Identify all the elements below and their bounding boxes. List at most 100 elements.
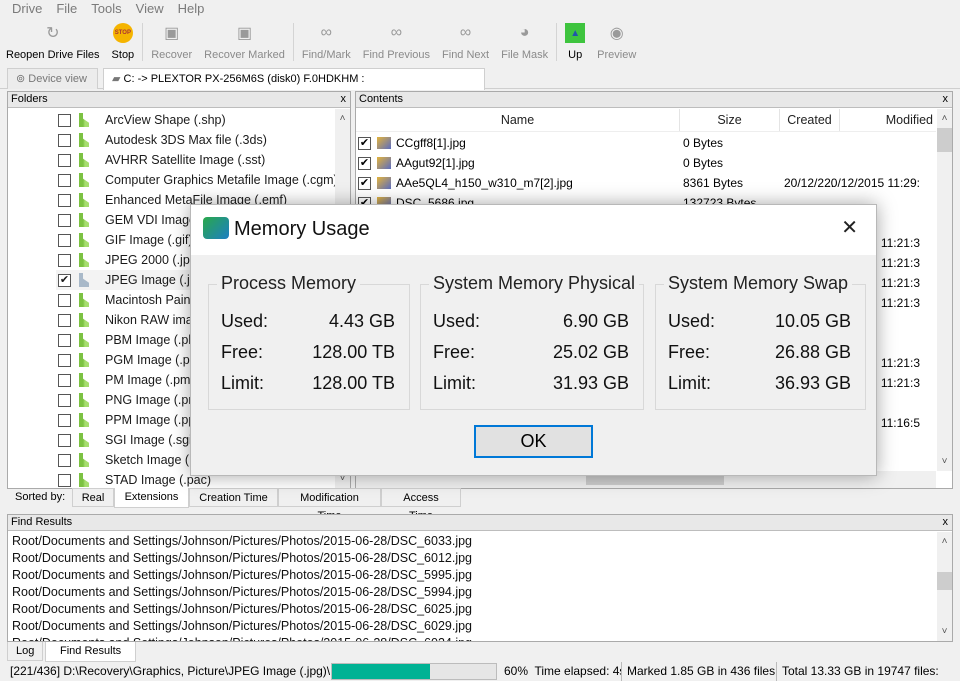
folder-checkbox[interactable] bbox=[58, 233, 71, 247]
menu-bar: Drive File Tools View Help bbox=[0, 0, 960, 18]
menu-drive[interactable]: Drive bbox=[12, 0, 42, 18]
contents-vscrollbar[interactable]: ˄ ˅ bbox=[937, 109, 952, 471]
preview-icon: ◉ bbox=[609, 25, 624, 42]
recover-marked-button[interactable]: ▣ Recover Marked bbox=[198, 19, 291, 65]
memory-group-system-memory-swap: System Memory Swap Used: 10.05 GB Free: 26.8… bbox=[655, 273, 866, 410]
folder-icon bbox=[79, 393, 89, 407]
folder-checkbox[interactable] bbox=[58, 413, 71, 427]
find-result-item[interactable]: Root/Documents and Settings/Johnson/Pict… bbox=[12, 533, 472, 550]
file-mask-button[interactable]: ◕ File Mask bbox=[495, 19, 554, 65]
folder-item[interactable]: PBM Image (.pbr bbox=[58, 330, 199, 350]
recover-button[interactable]: ▣ Recover bbox=[145, 19, 198, 65]
column-size[interactable]: Size bbox=[680, 109, 780, 131]
folder-checkbox[interactable] bbox=[58, 113, 71, 127]
sort-tab-creation-time[interactable]: Creation Time bbox=[189, 488, 278, 507]
tab-device-view[interactable]: ⊚ Device view bbox=[7, 68, 98, 89]
folder-checkbox[interactable]: ✔ bbox=[58, 273, 71, 287]
folder-item[interactable]: ArcView Shape (.shp) bbox=[58, 110, 226, 130]
folder-item[interactable]: Nikon RAW imag bbox=[58, 310, 200, 330]
find-previous-icon: ∞ bbox=[390, 24, 403, 41]
folder-item[interactable]: AVHRR Satellite Image (.sst) bbox=[58, 150, 265, 170]
reopen-drive-files-button[interactable]: ↻ Reopen Drive Files bbox=[0, 19, 106, 65]
folder-checkbox[interactable] bbox=[58, 153, 71, 167]
folder-checkbox[interactable] bbox=[58, 193, 71, 207]
folder-checkbox[interactable] bbox=[58, 173, 71, 187]
folder-checkbox[interactable] bbox=[58, 293, 71, 307]
menu-file[interactable]: File bbox=[56, 0, 77, 18]
close-contents-button[interactable]: x bbox=[943, 92, 949, 107]
find-previous-button[interactable]: ∞ Find Previous bbox=[357, 19, 436, 65]
folder-checkbox[interactable] bbox=[58, 453, 71, 467]
find-result-item[interactable]: Root/Documents and Settings/Johnson/Pict… bbox=[12, 635, 472, 641]
folder-checkbox[interactable] bbox=[58, 373, 71, 387]
folder-item[interactable]: JPEG 2000 (.jp2) bbox=[58, 250, 201, 270]
dialog-title: Memory Usage bbox=[234, 218, 370, 240]
find-results-scrollbar[interactable]: ˄ ˅ bbox=[937, 532, 952, 641]
sort-tab-extensions[interactable]: Extensions bbox=[114, 488, 189, 508]
folder-checkbox[interactable] bbox=[58, 393, 71, 407]
column-created[interactable]: Created bbox=[780, 109, 840, 131]
folder-item[interactable]: PM Image (.pm) bbox=[58, 370, 195, 390]
stop-button[interactable]: STOP Stop bbox=[106, 19, 141, 65]
close-find-results-button[interactable]: x bbox=[943, 515, 949, 530]
file-row[interactable]: ✔ CCgff8[1].jpg 0 Bytes bbox=[358, 133, 920, 153]
sort-tab-real[interactable]: Real bbox=[72, 488, 114, 507]
find-result-item[interactable]: Root/Documents and Settings/Johnson/Pict… bbox=[12, 550, 472, 567]
column-modified[interactable]: Modified bbox=[840, 109, 938, 131]
folder-item[interactable]: STAD Image (.pac) bbox=[58, 470, 211, 488]
find-result-item[interactable]: Root/Documents and Settings/Johnson/Pict… bbox=[12, 618, 472, 635]
folder-checkbox[interactable] bbox=[58, 313, 71, 327]
reopen-icon: ↻ bbox=[46, 25, 60, 42]
folder-checkbox[interactable] bbox=[58, 253, 71, 267]
image-file-icon bbox=[377, 137, 391, 149]
folder-checkbox[interactable] bbox=[58, 133, 71, 147]
column-name[interactable]: Name bbox=[356, 109, 680, 131]
device-icon: ⊚ bbox=[16, 73, 29, 85]
app-icon bbox=[203, 217, 229, 239]
folder-item[interactable]: Macintosh Paint I bbox=[58, 290, 201, 310]
folder-checkbox[interactable] bbox=[58, 433, 71, 447]
tab-drive[interactable]: ▰ C: -> PLEXTOR PX-256M6S (disk0) F.0HDK… bbox=[103, 68, 485, 105]
dialog-close-button[interactable]: ✕ bbox=[841, 215, 858, 240]
file-checkbox[interactable]: ✔ bbox=[358, 176, 371, 190]
folder-checkbox[interactable] bbox=[58, 333, 71, 347]
folder-item[interactable]: Sketch Image (.sk bbox=[58, 450, 205, 470]
find-mark-button[interactable]: ∞ Find/Mark bbox=[296, 19, 357, 65]
menu-help[interactable]: Help bbox=[178, 0, 205, 18]
find-result-item[interactable]: Root/Documents and Settings/Johnson/Pict… bbox=[12, 567, 472, 584]
file-checkbox[interactable]: ✔ bbox=[358, 156, 371, 170]
folder-item[interactable]: Computer Graphics Metafile Image (.cgm) bbox=[58, 170, 338, 190]
menu-view[interactable]: View bbox=[136, 0, 164, 18]
find-result-item[interactable]: Root/Documents and Settings/Johnson/Pict… bbox=[12, 601, 472, 618]
folder-checkbox[interactable] bbox=[58, 473, 71, 487]
folder-item[interactable]: GIF Image (.gif) bbox=[58, 230, 193, 250]
find-result-item[interactable]: Root/Documents and Settings/Johnson/Pict… bbox=[12, 584, 472, 601]
folder-item[interactable]: PPM Image (.ppr bbox=[58, 410, 199, 430]
folder-item[interactable]: Autodesk 3DS Max file (.3ds) bbox=[58, 130, 267, 150]
folder-item[interactable]: SGI Image (.sgi) bbox=[58, 430, 196, 450]
find-next-button[interactable]: ∞ Find Next bbox=[436, 19, 495, 65]
folder-checkbox[interactable] bbox=[58, 213, 71, 227]
tab-find-results[interactable]: Find Results bbox=[45, 642, 137, 662]
close-folders-button[interactable]: x bbox=[341, 92, 347, 107]
file-row[interactable]: ✔ AAgut92[1].jpg 0 Bytes bbox=[358, 153, 920, 173]
file-row[interactable]: ✔ AAe5QL4_h150_w310_m7[2].jpg 8361 Bytes 20… bbox=[358, 173, 920, 193]
file-name: CCgff8[1].jpg bbox=[396, 136, 466, 150]
folder-icon bbox=[79, 113, 89, 127]
ok-button[interactable]: OK bbox=[474, 425, 593, 458]
tab-log[interactable]: Log bbox=[7, 642, 44, 661]
folder-checkbox[interactable] bbox=[58, 353, 71, 367]
sort-tab-access-time[interactable]: Access Time bbox=[381, 488, 461, 522]
file-checkbox[interactable]: ✔ bbox=[358, 136, 371, 150]
folder-item[interactable]: PGM Image (.pgr bbox=[58, 350, 201, 370]
preview-button[interactable]: ◉ Preview bbox=[591, 19, 642, 65]
folder-item[interactable]: GEM VDI Image bbox=[58, 210, 196, 230]
folder-icon bbox=[79, 193, 89, 207]
sort-tab-modification-time[interactable]: Modification Time bbox=[278, 488, 381, 522]
up-button[interactable]: ▲ Up bbox=[559, 19, 591, 65]
memory-stat-limit: Limit: 128.00 TB bbox=[221, 373, 395, 393]
menu-tools[interactable]: Tools bbox=[91, 0, 121, 18]
folder-icon bbox=[79, 333, 89, 347]
folder-item[interactable]: PNG Image (.png bbox=[58, 390, 202, 410]
folder-up-icon: ▲ bbox=[565, 23, 586, 43]
